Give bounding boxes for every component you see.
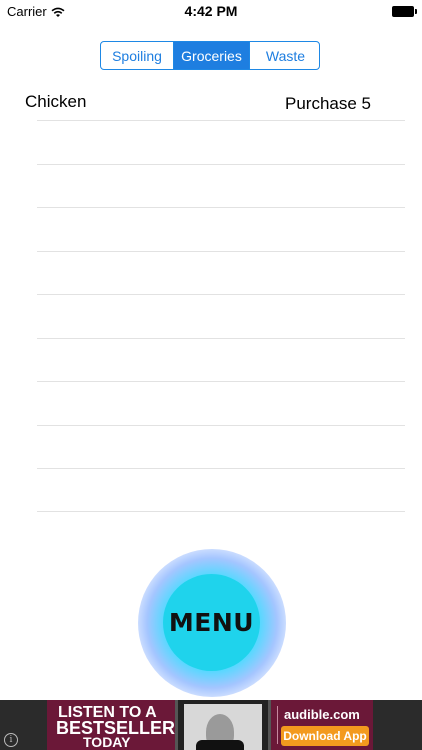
row-separator xyxy=(37,338,405,339)
item-name: Chicken xyxy=(25,92,87,111)
tab-waste[interactable]: Waste xyxy=(249,42,319,69)
tab-groceries[interactable]: Groceries xyxy=(173,42,249,69)
ad-creative[interactable]: LISTEN TO A BESTSELLER TODAY audible.com… xyxy=(47,700,373,750)
row-separator xyxy=(37,251,405,252)
ad-headline: TODAY xyxy=(83,734,131,750)
battery-icon xyxy=(392,6,417,17)
ad-divider xyxy=(277,706,278,744)
list-item[interactable]: Chicken Purchase 5 xyxy=(0,88,422,118)
phone-image xyxy=(175,700,271,750)
row-separator xyxy=(37,468,405,469)
download-app-button[interactable]: Download App xyxy=(281,726,369,746)
row-separator xyxy=(37,294,405,295)
item-action: Purchase 5 xyxy=(285,94,371,113)
status-bar: Carrier 4:42 PM xyxy=(0,0,422,24)
segmented-control: Spoiling Groceries Waste xyxy=(100,41,320,70)
row-separator xyxy=(37,120,405,121)
row-separator xyxy=(37,164,405,165)
clock: 4:42 PM xyxy=(184,3,238,19)
ad-banner[interactable]: i LISTEN TO A BESTSELLER TODAY audible.c… xyxy=(0,700,422,750)
tab-spoiling[interactable]: Spoiling xyxy=(101,42,173,69)
ad-brand-logo: audible.com xyxy=(284,707,360,722)
row-separator xyxy=(37,381,405,382)
row-separator xyxy=(37,207,405,208)
book-cover-image xyxy=(184,704,262,750)
row-separator xyxy=(37,425,405,426)
menu-button[interactable]: MENU xyxy=(163,574,260,671)
portrait-body xyxy=(196,740,244,750)
ad-info-icon[interactable]: i xyxy=(4,733,18,747)
row-separator xyxy=(37,511,405,512)
